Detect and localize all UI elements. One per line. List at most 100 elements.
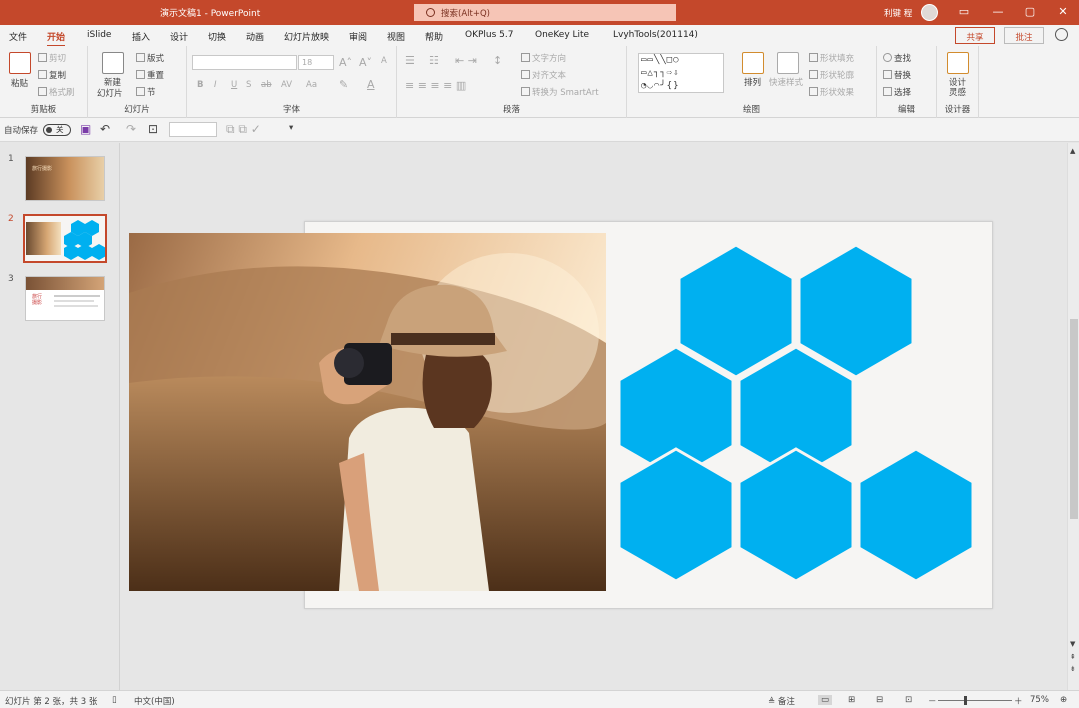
arrange-icon[interactable]	[742, 52, 764, 74]
user-name[interactable]: 利键 程	[884, 7, 912, 19]
start-slideshow-icon[interactable]: ⊡	[148, 122, 158, 136]
tab-help[interactable]: 帮助	[425, 30, 443, 43]
tab-okplus[interactable]: OKPlus 5.7	[465, 30, 513, 40]
clear-format-icon[interactable]: A	[381, 56, 387, 66]
quick-styles-button[interactable]: 快速样式	[769, 76, 803, 88]
tab-onekey[interactable]: OneKey Lite	[535, 30, 589, 40]
shapes-gallery[interactable]: ▭▭╲╲□○ ▭△┐┐⇨⇩ ◔◡◠╯{}	[638, 53, 724, 93]
numbering-icon[interactable]: ☷	[429, 54, 439, 67]
grow-font-icon[interactable]: A˄	[339, 56, 352, 69]
shrink-font-icon[interactable]: A˅	[359, 56, 372, 69]
undo-icon[interactable]: ↶	[100, 122, 110, 136]
slide-thumbnail-3[interactable]: 旅行摄影	[25, 276, 105, 321]
tab-transitions[interactable]: 切换	[208, 30, 226, 43]
reset-button[interactable]: 重置	[136, 69, 164, 81]
font-color-icon[interactable]: A	[367, 78, 375, 91]
slide-thumbnail-1[interactable]: 旅行摄影	[25, 156, 105, 201]
search-box[interactable]: 搜索(Alt+Q)	[414, 4, 676, 21]
quick-styles-icon[interactable]	[777, 52, 799, 74]
tab-view[interactable]: 视图	[387, 30, 405, 43]
ribbon-display-icon[interactable]: ▭	[956, 4, 972, 20]
new-slide-icon[interactable]	[102, 52, 124, 74]
slideshow-view-icon[interactable]: ⊡	[905, 695, 912, 705]
replace-button[interactable]: 替换	[883, 69, 911, 81]
slide-sorter-icon[interactable]: ⊞	[848, 695, 855, 705]
strikethrough-button[interactable]: ab	[261, 80, 272, 90]
highlight-icon[interactable]: ✎	[339, 78, 348, 91]
maximize-button[interactable]: ▢	[1022, 4, 1038, 20]
feedback-icon[interactable]	[1055, 28, 1068, 41]
tab-slideshow[interactable]: 幻灯片放映	[284, 30, 329, 43]
bold-button[interactable]: B	[197, 80, 203, 90]
tab-lvyhtools[interactable]: LvyhTools(201114)	[613, 30, 698, 40]
align-icons[interactable]: ≡ ≡ ≡ ≡ ▥	[405, 79, 466, 92]
save-icon[interactable]: ▣	[80, 122, 91, 136]
notes-button[interactable]: ≜ 备注	[768, 695, 795, 707]
qat-tool-icon[interactable]: ⧉ ⧉ ✓	[226, 122, 261, 137]
slide-canvas[interactable]	[121, 143, 1067, 690]
underline-button[interactable]: U	[231, 80, 237, 90]
customize-qat-icon[interactable]: ▾	[289, 123, 293, 133]
tab-animations[interactable]: 动画	[246, 30, 264, 43]
font-size-combo[interactable]: 18	[298, 55, 334, 70]
copy-button[interactable]: 复制	[38, 69, 66, 81]
shape-outline-button[interactable]: 形状轮廓	[809, 69, 854, 81]
paste-button[interactable]: 粘贴	[11, 77, 28, 89]
normal-view-icon[interactable]: ▭	[818, 695, 833, 705]
text-direction-button[interactable]: 文字方向	[521, 52, 566, 64]
design-ideas-label2[interactable]: 灵感	[949, 86, 966, 98]
arrange-button[interactable]: 排列	[744, 76, 761, 88]
tab-home[interactable]: 开始	[47, 30, 66, 47]
zoom-slider[interactable]	[938, 700, 1012, 701]
section-button[interactable]: 节	[136, 86, 156, 98]
format-painter-button[interactable]: 格式刷	[38, 86, 75, 98]
accessibility-icon[interactable]: ▯	[112, 695, 117, 705]
tab-review[interactable]: 审阅	[349, 30, 367, 43]
tab-insert[interactable]: 插入	[132, 30, 150, 43]
bullets-icon[interactable]: ☰	[405, 54, 415, 67]
scroll-thumb[interactable]	[1070, 319, 1078, 519]
line-spacing-icon[interactable]: ↕	[493, 54, 502, 67]
zoom-out-button[interactable]: －	[928, 695, 937, 707]
font-name-combo[interactable]	[192, 55, 297, 70]
scroll-down-icon[interactable]: ▼	[1070, 640, 1075, 648]
tab-design[interactable]: 设计	[170, 30, 188, 43]
shadow-button[interactable]: S	[246, 80, 251, 90]
avatar[interactable]	[921, 4, 938, 21]
vertical-scrollbar[interactable]: ▲ ▼ ⇞ ⇟	[1067, 143, 1079, 690]
shape-fill-button[interactable]: 形状填充	[809, 52, 854, 64]
find-button[interactable]: 查找	[883, 52, 911, 64]
zoom-level[interactable]: 75%	[1030, 695, 1049, 705]
scroll-up-icon[interactable]: ▲	[1070, 147, 1075, 155]
hexagon-group[interactable]	[619, 245, 974, 582]
smartart-button[interactable]: 转换为 SmartArt	[521, 86, 599, 98]
redo-icon[interactable]: ↷	[126, 122, 136, 136]
photo-woman-with-camera[interactable]	[129, 233, 606, 591]
fit-slide-icon[interactable]: ⊕	[1060, 695, 1067, 705]
language-status[interactable]: 中文(中国)	[134, 695, 175, 707]
char-spacing-button[interactable]: AV	[281, 80, 292, 90]
shape-effects-button[interactable]: 形状效果	[809, 86, 854, 98]
new-slide-label2[interactable]: 幻灯片	[97, 87, 123, 99]
autosave-toggle[interactable]: 关	[43, 124, 71, 136]
select-button[interactable]: 选择	[883, 86, 911, 98]
prev-slide-icon[interactable]: ⇞	[1070, 653, 1076, 661]
indent-icon[interactable]: ⇤ ⇥	[455, 54, 477, 67]
zoom-slider-knob[interactable]	[964, 696, 967, 705]
reading-view-icon[interactable]: ⊟	[876, 695, 883, 705]
close-button[interactable]: ✕	[1055, 4, 1071, 20]
change-case-button[interactable]: Aa	[306, 80, 317, 90]
design-ideas-icon[interactable]	[947, 52, 969, 74]
comment-button[interactable]: 批注	[1004, 27, 1044, 44]
cut-button[interactable]: 剪切	[38, 52, 66, 64]
qat-combo[interactable]	[169, 122, 217, 137]
zoom-in-button[interactable]: ＋	[1014, 695, 1023, 707]
minimize-button[interactable]: —	[990, 4, 1006, 20]
italic-button[interactable]: I	[214, 80, 217, 90]
share-button[interactable]: 共享	[955, 27, 995, 44]
layout-button[interactable]: 版式	[136, 52, 164, 64]
align-text-button[interactable]: 对齐文本	[521, 69, 566, 81]
tab-file[interactable]: 文件	[9, 30, 27, 43]
paste-icon[interactable]	[9, 52, 31, 74]
slide-thumbnail-2[interactable]	[23, 214, 107, 263]
